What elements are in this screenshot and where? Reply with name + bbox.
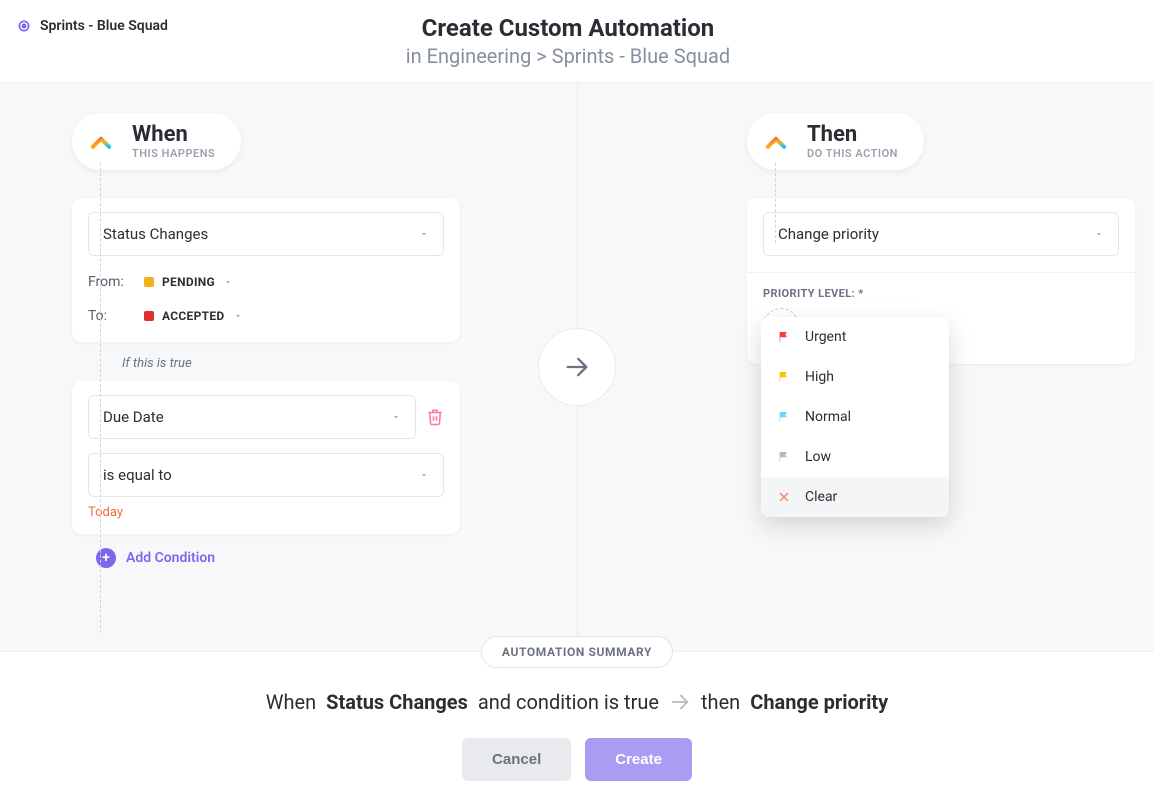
priority-level-label: PRIORITY LEVEL: * xyxy=(763,287,1119,300)
condition-card: Due Date is equal to Today xyxy=(72,381,460,534)
chevron-down-icon xyxy=(1094,229,1104,239)
location-text: Sprints - Blue Squad xyxy=(40,18,168,34)
from-label: From: xyxy=(88,274,132,290)
when-header: When THIS HAPPENS xyxy=(72,113,241,170)
cancel-button[interactable]: Cancel xyxy=(462,738,571,781)
chevron-down-icon xyxy=(419,229,429,239)
then-subtitle: DO THIS ACTION xyxy=(807,147,898,160)
priority-option-high[interactable]: High xyxy=(761,357,949,397)
flag-icon xyxy=(777,330,791,344)
trigger-card: Status Changes From: PENDING To: xyxy=(72,198,460,342)
condition-value[interactable]: Today xyxy=(88,505,444,520)
close-icon xyxy=(777,490,791,504)
priority-option-label: Clear xyxy=(805,489,837,505)
plus-circle-icon: + xyxy=(96,548,116,568)
add-condition-button[interactable]: + Add Condition xyxy=(96,548,460,568)
flag-icon xyxy=(777,450,791,464)
chevron-down-icon xyxy=(391,412,401,422)
delete-condition-icon[interactable] xyxy=(426,408,444,426)
priority-option-label: Normal xyxy=(805,409,851,425)
priority-option-label: High xyxy=(805,369,834,385)
trigger-select[interactable]: Status Changes xyxy=(88,212,444,256)
from-status-select[interactable]: PENDING xyxy=(144,275,233,289)
breadcrumb-location[interactable]: Sprints - Blue Squad xyxy=(16,18,168,34)
chevron-down-icon xyxy=(419,470,429,480)
page-subtitle: in Engineering > Sprints - Blue Squad xyxy=(168,44,968,68)
clickup-logo-icon xyxy=(84,125,118,159)
then-header: Then DO THIS ACTION xyxy=(747,113,924,170)
chevron-down-icon xyxy=(233,311,243,321)
flow-arrow-icon xyxy=(538,328,616,406)
to-status-select[interactable]: ACCEPTED xyxy=(144,309,243,323)
add-condition-label: Add Condition xyxy=(126,550,215,566)
priority-option-low[interactable]: Low xyxy=(761,437,949,477)
automation-summary-sentence: When Status Changes and condition is tru… xyxy=(0,690,1154,714)
then-title: Then xyxy=(807,123,898,147)
flag-icon xyxy=(777,370,791,384)
priority-option-label: Urgent xyxy=(805,329,846,345)
clickup-logo-icon xyxy=(759,125,793,159)
target-icon xyxy=(16,18,32,34)
priority-dropdown: Urgent High Normal Low Clear xyxy=(761,317,949,517)
when-subtitle: THIS HAPPENS xyxy=(132,147,215,160)
priority-option-urgent[interactable]: Urgent xyxy=(761,317,949,357)
flag-icon xyxy=(777,410,791,424)
page-title: Create Custom Automation xyxy=(168,14,968,42)
trigger-value: Status Changes xyxy=(103,225,208,243)
condition-field-select[interactable]: Due Date xyxy=(88,395,416,439)
to-status-name: ACCEPTED xyxy=(162,309,225,323)
condition-operator-select[interactable]: is equal to xyxy=(88,453,444,497)
connector-line xyxy=(775,163,776,243)
priority-option-normal[interactable]: Normal xyxy=(761,397,949,437)
summary-badge: AUTOMATION SUMMARY xyxy=(481,636,673,668)
connector-line xyxy=(100,163,101,633)
priority-option-clear[interactable]: Clear xyxy=(761,477,949,517)
create-button[interactable]: Create xyxy=(585,738,692,781)
when-title: When xyxy=(132,123,215,147)
status-color-swatch xyxy=(144,311,154,321)
from-status-name: PENDING xyxy=(162,275,215,289)
status-color-swatch xyxy=(144,277,154,287)
condition-field: Due Date xyxy=(103,408,164,426)
action-select[interactable]: Change priority xyxy=(763,212,1119,256)
action-value: Change priority xyxy=(778,225,879,243)
to-label: To: xyxy=(88,308,132,324)
priority-option-label: Low xyxy=(805,449,831,465)
condition-operator: is equal to xyxy=(103,466,172,484)
chevron-down-icon xyxy=(223,277,233,287)
condition-intro: If this is true xyxy=(122,356,460,371)
arrow-right-icon xyxy=(669,691,691,713)
